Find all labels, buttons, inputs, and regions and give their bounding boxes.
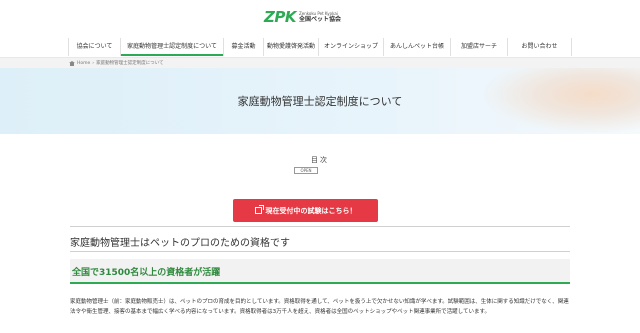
current-exam-button[interactable]: 現在受付中の試験はこちら！ — [233, 199, 378, 222]
nav-item-store-search[interactable]: 加盟店サーチ — [450, 38, 507, 56]
section-heading-text: 家庭動物管理士はペットのプロのための資格です — [70, 238, 290, 249]
nav-item-about[interactable]: 協会について — [68, 38, 120, 56]
nav-item-pet-registry[interactable]: あんしんペット台帳 — [383, 38, 450, 56]
nav-item-online-shop[interactable]: オンラインショップ — [318, 38, 383, 56]
nav-item-fundraising[interactable]: 募金活動 — [223, 38, 263, 56]
breadcrumb-separator: › — [92, 60, 95, 66]
nav-item-certification[interactable]: 家庭動物管理士認定制度について — [120, 38, 223, 56]
hero-banner: 家庭動物管理士認定制度について — [0, 68, 640, 134]
section-paragraph: 家庭動物管理士（前：家庭動物販売士）は、ペットのプロの育成を目的としています。資… — [70, 299, 569, 315]
current-exam-button-label: 現在受付中の試験はこちら！ — [265, 206, 357, 215]
logo-text: Zenkoku Pet Kyokai 全国ペット協会 — [299, 10, 342, 23]
breadcrumb-inner: Home › 家庭動物管理士認定制度について — [69, 60, 163, 66]
breadcrumb-home[interactable]: Home — [77, 61, 90, 66]
nav-item-contact[interactable]: お問い合わせ — [507, 38, 572, 56]
toc-title: 目次 — [311, 156, 329, 164]
logo-subtitle-romaji: Zenkoku Pet Kyokai — [299, 10, 338, 16]
logo-subtitle-japanese: 全国ペット協会 — [299, 15, 342, 23]
site-header: ZPK Zenkoku Pet Kyokai 全国ペット協会 — [0, 0, 640, 38]
section-subheading-text: 全国で31500名以上の資格者が活躍 — [72, 268, 221, 278]
breadcrumb: Home › 家庭動物管理士認定制度について — [0, 57, 640, 68]
global-nav: 協会について 家庭動物管理士認定制度について 募金活動 動物愛護啓発活動 オンラ… — [68, 38, 572, 56]
logo-mark: ZPK — [264, 8, 297, 26]
breadcrumb-current: 家庭動物管理士認定制度について — [96, 61, 164, 66]
nav-item-animal-welfare[interactable]: 動物愛護啓発活動 — [263, 38, 318, 56]
site-logo[interactable]: ZPK Zenkoku Pet Kyokai 全国ペット協会 — [264, 8, 341, 26]
section-heading: 家庭動物管理士はペットのプロのための資格です — [70, 226, 570, 252]
external-link-icon — [254, 205, 264, 214]
toc-open-toggle[interactable]: OPEN — [294, 167, 318, 174]
page-title: 家庭動物管理士認定制度について — [237, 95, 403, 108]
home-icon — [69, 60, 75, 66]
section-subheading: 全国で31500名以上の資格者が活躍 — [70, 259, 570, 284]
